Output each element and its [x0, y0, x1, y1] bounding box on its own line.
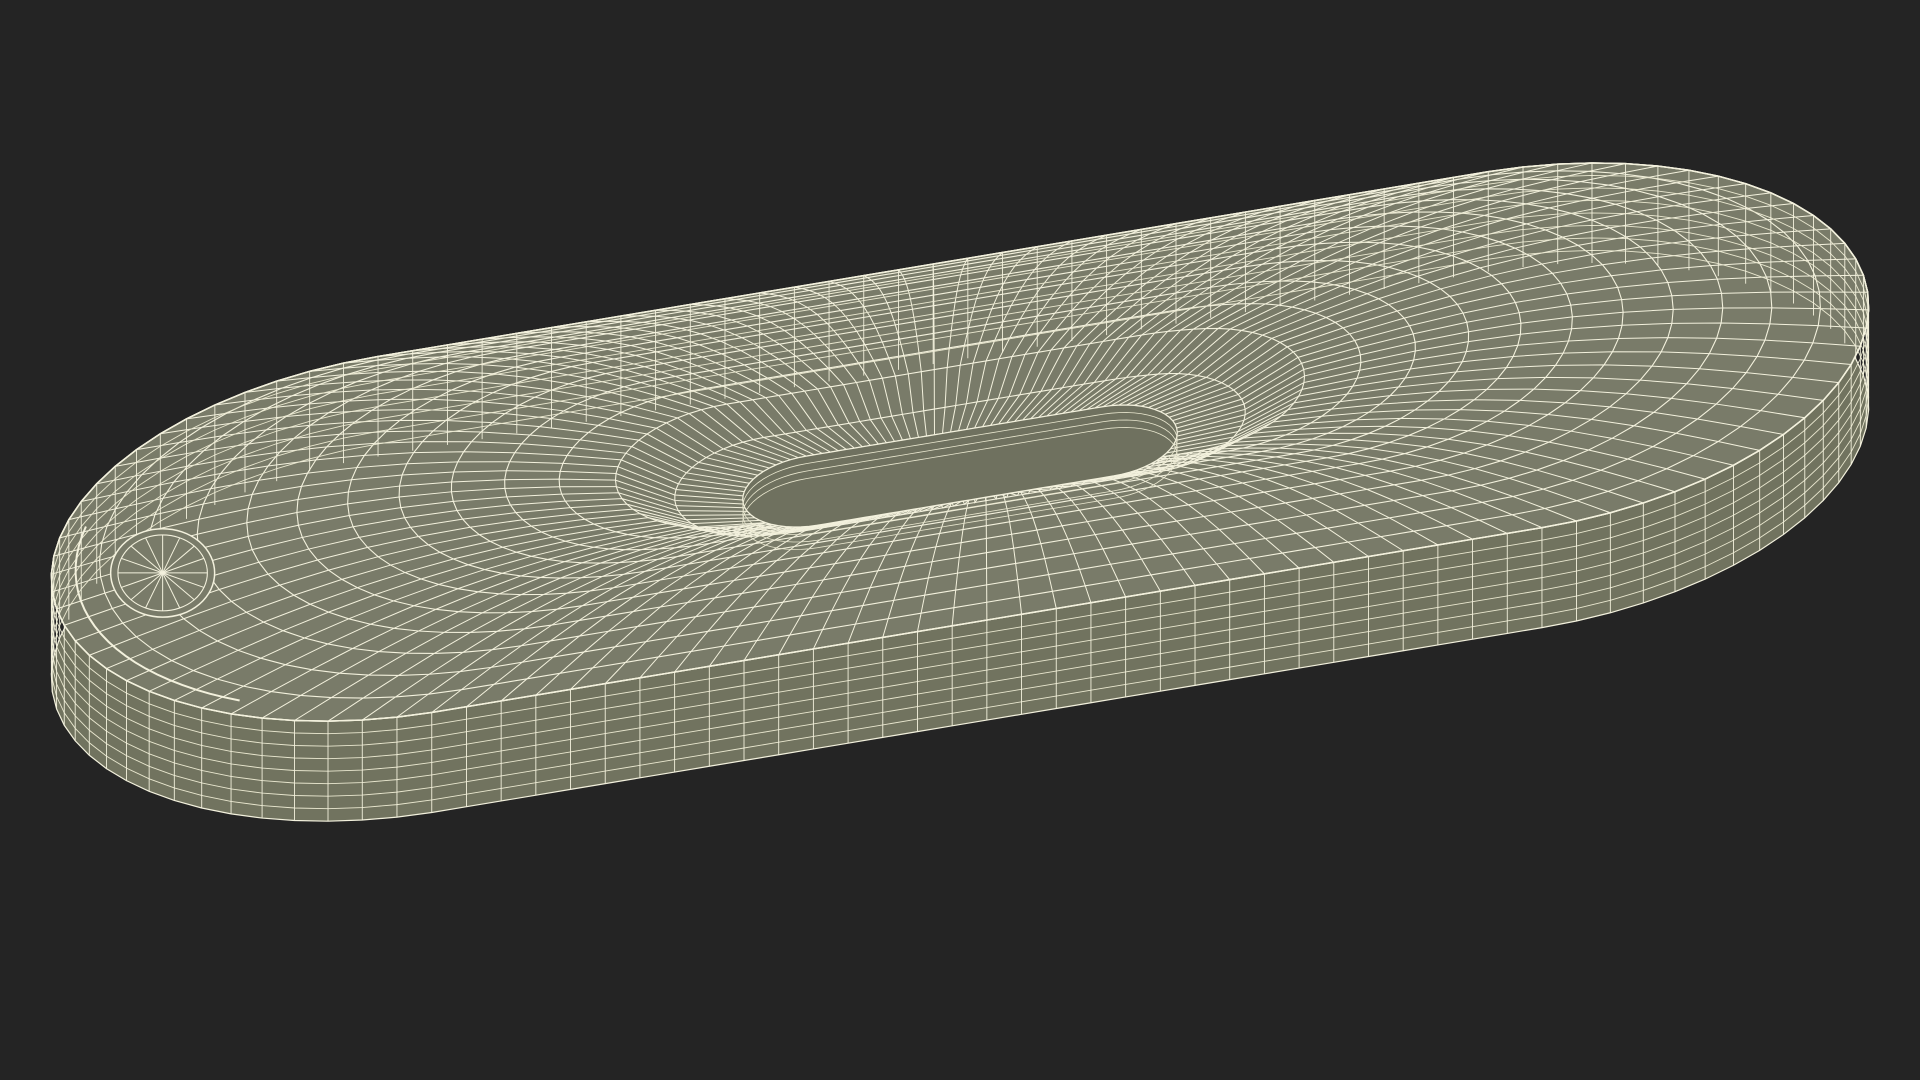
wireframe-render	[0, 0, 1920, 1080]
render-viewport	[0, 0, 1920, 1080]
model-round-button	[109, 527, 216, 618]
